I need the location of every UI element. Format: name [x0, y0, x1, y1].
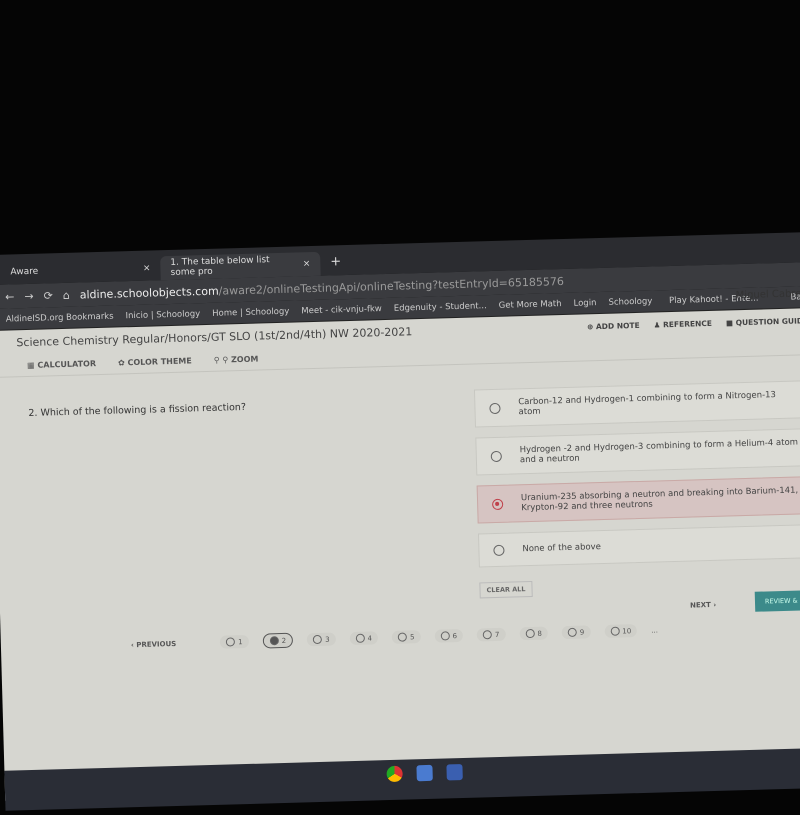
- option-d[interactable]: None of the above: [477, 523, 800, 568]
- bookmark[interactable]: Meet - cik-vnju-fkw: [301, 304, 382, 316]
- clear-all-button[interactable]: CLEAR ALL: [479, 580, 533, 599]
- bookmark[interactable]: Login: [573, 298, 596, 309]
- tab-question[interactable]: 1. The table below list some pro ×: [160, 251, 321, 281]
- forward-icon[interactable]: →: [24, 289, 34, 302]
- tab-label: 1. The table below list some pro: [170, 255, 270, 278]
- option-text: Uranium-235 absorbing a neutron and brea…: [520, 485, 799, 514]
- status-icon: [226, 637, 236, 647]
- calculator-button[interactable]: ▦ CALCULATOR: [27, 359, 96, 370]
- status-icon: [610, 626, 620, 636]
- label: ZOOM: [230, 354, 259, 365]
- num: 2: [281, 636, 287, 645]
- zoom-button[interactable]: ⚲ ⚲ ZOOM: [214, 355, 259, 365]
- more-questions[interactable]: ...: [651, 626, 658, 634]
- option-a[interactable]: Carbon-12 and Hydrogen-1 combining to fo…: [473, 380, 800, 428]
- bookmark[interactable]: Home | Schoology: [212, 306, 289, 318]
- num: 6: [452, 631, 458, 640]
- question-6[interactable]: 6: [434, 628, 464, 643]
- question-8[interactable]: 8: [519, 626, 549, 641]
- app-icon[interactable]: [416, 764, 433, 782]
- radio-icon[interactable]: [490, 450, 502, 462]
- option-text: Carbon-12 and Hydrogen-1 combining to fo…: [518, 390, 777, 418]
- reload-icon[interactable]: ⟳: [43, 289, 53, 302]
- tab-label: Aware: [10, 266, 39, 278]
- num: 3: [325, 635, 330, 644]
- question-9[interactable]: 9: [561, 625, 591, 640]
- question-4[interactable]: 4: [349, 631, 379, 646]
- label: COLOR THEME: [127, 356, 192, 368]
- status-icon: [440, 631, 450, 641]
- close-icon[interactable]: ×: [303, 259, 311, 269]
- num: 1: [238, 637, 243, 646]
- radio-icon[interactable]: [493, 544, 505, 556]
- status-icon: [313, 634, 323, 645]
- num: 4: [367, 633, 373, 643]
- status-icon: [482, 630, 493, 640]
- taskbar: [4, 747, 800, 811]
- label: ADD NOTE: [595, 320, 640, 332]
- num: 10: [622, 626, 632, 635]
- option-c[interactable]: Uranium-235 absorbing a neutron and brea…: [476, 476, 800, 524]
- screen: Aware × 1. The table below list some pro ×…: [0, 231, 800, 815]
- option-text: None of the above: [522, 542, 602, 555]
- add-note-button[interactable]: ⊕ ADD NOTE: [587, 321, 640, 331]
- question-7[interactable]: 7: [476, 627, 506, 642]
- num: 7: [494, 630, 500, 639]
- check-icon: [269, 636, 279, 646]
- close-icon[interactable]: ×: [143, 264, 151, 274]
- status-icon: [567, 627, 577, 638]
- color-theme-button[interactable]: ✿ COLOR THEME: [118, 356, 192, 367]
- bookmark[interactable]: Schoology: [608, 296, 652, 307]
- label: REFERENCE: [662, 318, 713, 330]
- test-page: Miguel Cabre Science Chemistry Regular/H…: [0, 288, 800, 811]
- num: 8: [537, 629, 542, 638]
- question-5[interactable]: 5: [391, 630, 421, 644]
- user-name: Miguel Cabre: [735, 288, 800, 302]
- question-guide-button[interactable]: ■ QUESTION GUIDE: [726, 316, 800, 327]
- label: PREVIOUS: [136, 639, 177, 649]
- question-3[interactable]: 3: [306, 632, 336, 647]
- radio-icon[interactable]: [489, 402, 501, 414]
- question-2[interactable]: 2: [262, 632, 294, 649]
- reference-button[interactable]: ♟ REFERENCE: [654, 319, 713, 330]
- bookmark[interactable]: Inicio | Schoology: [125, 309, 200, 321]
- chrome-icon[interactable]: [386, 765, 403, 783]
- previous-button[interactable]: ‹ PREVIOUS: [131, 639, 177, 648]
- review-submit-button[interactable]: REVIEW & S: [754, 590, 800, 612]
- label: QUESTION GUIDE: [735, 316, 800, 328]
- question-10[interactable]: 10: [604, 624, 638, 638]
- num: 9: [579, 628, 585, 637]
- status-icon: [355, 633, 365, 643]
- option-b[interactable]: Hydrogen -2 and Hydrogen-3 combining to …: [475, 428, 800, 476]
- question-text: 2. Which of the following is a fission r…: [28, 401, 247, 419]
- bookmark[interactable]: AldineISD.org Bookmarks: [6, 311, 114, 324]
- option-text: Hydrogen -2 and Hydrogen-3 combining to …: [519, 437, 799, 466]
- new-tab-icon[interactable]: +: [320, 254, 351, 276]
- app-icon[interactable]: [446, 764, 463, 781]
- radio-selected-icon[interactable]: [491, 498, 504, 510]
- num: 5: [409, 632, 415, 641]
- bookmark[interactable]: Get More Math: [499, 299, 562, 311]
- question-1[interactable]: 1: [220, 634, 249, 649]
- home-icon[interactable]: ⌂: [63, 288, 70, 301]
- back-icon[interactable]: ←: [5, 290, 15, 303]
- answer-options: Carbon-12 and Hydrogen-1 combining to fo…: [473, 380, 800, 599]
- status-icon: [397, 632, 408, 642]
- tab-aware[interactable]: Aware ×: [0, 256, 161, 284]
- next-button[interactable]: NEXT ›: [690, 601, 716, 610]
- label: CALCULATOR: [37, 359, 97, 370]
- url-host: aldine.schoolobjects.com: [79, 284, 219, 302]
- label: NEXT: [689, 601, 711, 610]
- status-icon: [525, 628, 535, 639]
- question-nav: ‹ PREVIOUS 1 2 3 4 5 6 7 8 9 10 ...: [131, 623, 658, 653]
- bookmark[interactable]: Edgenuity - Student...: [394, 301, 487, 314]
